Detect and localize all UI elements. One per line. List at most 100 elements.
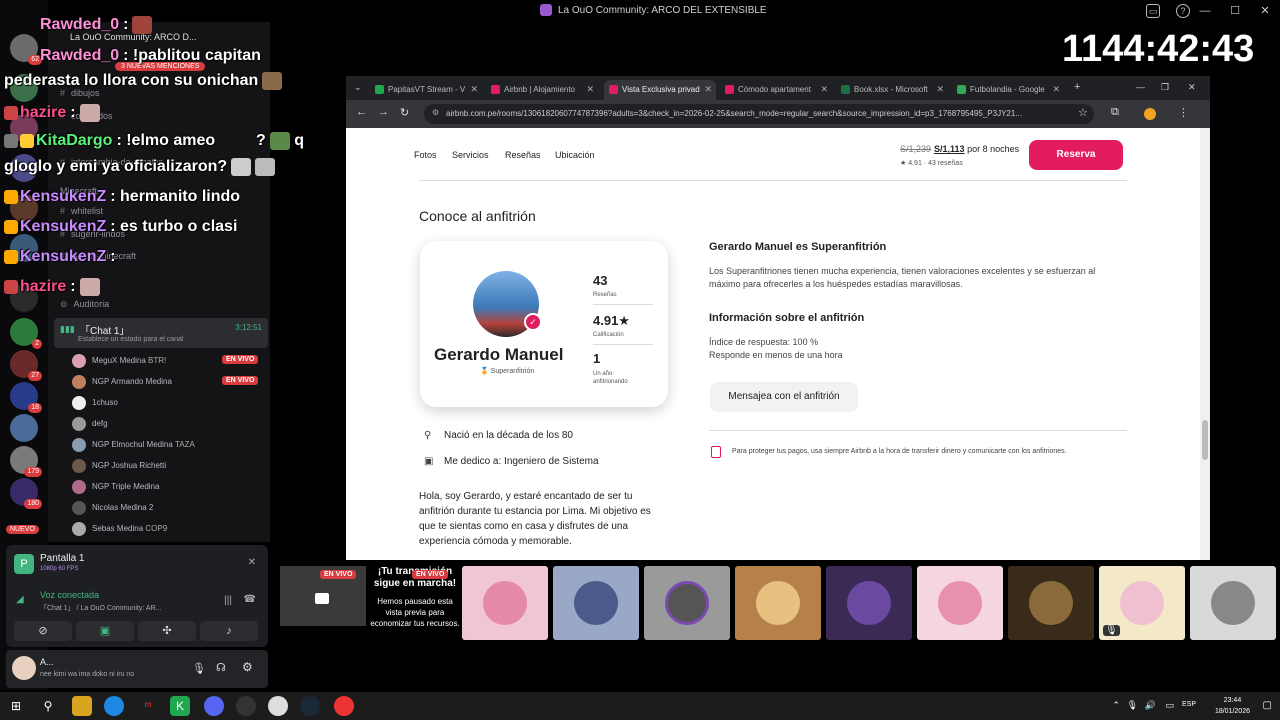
app-icon[interactable]: [268, 696, 288, 716]
scrollbar-thumb[interactable]: [1202, 420, 1208, 460]
discord-taskbar-icon[interactable]: [204, 696, 224, 716]
avatar: [72, 479, 86, 494]
server-icon[interactable]: 62: [10, 34, 42, 65]
voice-channel-chat1[interactable]: ▮▮▮ 「Chat 1」 Establece un estado para el…: [54, 318, 268, 348]
steam-icon[interactable]: [300, 696, 320, 716]
app-icon[interactable]: ᵐ: [138, 696, 158, 716]
kick-icon[interactable]: K: [170, 696, 190, 716]
subnav-ubicacion[interactable]: Ubicación: [555, 150, 595, 160]
page-scrollbar[interactable]: [1200, 128, 1210, 560]
obs-icon[interactable]: [236, 696, 256, 716]
disconnect-icon[interactable]: ☎: [244, 594, 256, 605]
participant-tile[interactable]: [826, 566, 912, 640]
extensions-icon[interactable]: ⧉: [1111, 106, 1119, 119]
reload-icon[interactable]: ↻: [400, 106, 409, 119]
screen-share-icon: P: [14, 554, 34, 574]
server-icon[interactable]: 27: [10, 350, 42, 381]
voice-user[interactable]: Nicolas Medina 2: [72, 497, 153, 518]
notifications-icon[interactable]: ▢: [1263, 700, 1272, 711]
tab-search-icon[interactable]: ⌄: [354, 82, 362, 93]
chat-message: hazire:: [4, 104, 100, 122]
forward-icon[interactable]: →: [378, 106, 389, 118]
tab[interactable]: Book.xlsx - Microsoft ✕: [836, 80, 948, 100]
voice-user[interactable]: 1chuso: [72, 392, 118, 413]
participant-tile[interactable]: [917, 566, 1003, 640]
voice-user[interactable]: NGP Armando Medina: [72, 371, 172, 392]
muted-icon: 🎙: [1103, 625, 1120, 636]
participant-tile[interactable]: [462, 566, 548, 640]
close-tab-icon: ✕: [470, 84, 478, 94]
clock[interactable]: 23:44 18/01/2026: [1215, 695, 1250, 717]
windows-start-icon[interactable]: ⊞: [6, 696, 26, 716]
help-icon[interactable]: ?: [1176, 4, 1190, 18]
minimize-browser-button[interactable]: —: [1136, 82, 1145, 92]
inbox-icon[interactable]: ▭: [1146, 4, 1160, 18]
participant-tile[interactable]: [553, 566, 639, 640]
host-info-title: Información sobre el anfitrión: [709, 312, 865, 324]
tab[interactable]: Cómodo apartament ✕: [720, 80, 832, 100]
menu-icon[interactable]: ⋮: [1178, 106, 1189, 119]
soundboard-button[interactable]: ♪: [200, 621, 258, 641]
close-button[interactable]: ✕: [1250, 0, 1280, 22]
divider: [593, 344, 653, 345]
subnav-servicios[interactable]: Servicios: [452, 150, 489, 160]
avatar: [72, 458, 86, 473]
restore-browser-button[interactable]: ❐: [1161, 82, 1169, 93]
noise-suppression-icon[interactable]: |||: [224, 595, 232, 606]
network-icon[interactable]: ▭: [1165, 700, 1174, 711]
back-icon[interactable]: ←: [356, 106, 367, 118]
tab[interactable]: Airbnb | Alojamiento ✕: [486, 80, 598, 100]
voice-user[interactable]: NGP Joshua Richetti: [72, 455, 166, 476]
subnav-fotos[interactable]: Fotos: [414, 150, 437, 160]
voice-user[interactable]: defg: [72, 413, 108, 434]
tab-active[interactable]: Vista Exclusiva privad ✕: [604, 80, 716, 100]
voice-user[interactable]: NGP Elmochul Medina TAZA: [72, 434, 195, 455]
bookmark-star-icon[interactable]: ☆: [1078, 106, 1088, 119]
edge-icon[interactable]: [104, 696, 124, 716]
new-tab-icon[interactable]: +: [1074, 81, 1080, 93]
stop-stream-icon[interactable]: ✕: [248, 557, 256, 568]
participant-tile[interactable]: [1008, 566, 1094, 640]
voice-user[interactable]: MeguX Medina BTR!: [72, 350, 166, 371]
voice-user[interactable]: Sebas Medina COP9: [72, 518, 167, 539]
maximize-button[interactable]: ☐: [1220, 0, 1250, 22]
minimize-button[interactable]: —: [1190, 0, 1220, 22]
subnav-resenas[interactable]: Reseñas: [505, 150, 541, 160]
address-bar[interactable]: ⚙ airbnb.com.pe/rooms/130618206077478739…: [424, 104, 1094, 124]
server-icon[interactable]: 18: [10, 382, 42, 413]
search-icon[interactable]: ⚲: [38, 696, 58, 716]
screen-share-button[interactable]: ▣: [76, 621, 134, 641]
server-icon[interactable]: [10, 414, 38, 442]
close-browser-button[interactable]: ✕: [1188, 82, 1196, 93]
participant-tile[interactable]: [735, 566, 821, 640]
participant-tile[interactable]: [1190, 566, 1276, 640]
headphones-icon[interactable]: ☊: [216, 661, 226, 674]
language-indicator[interactable]: ESP: [1182, 701, 1196, 708]
voice-user[interactable]: NGP Triple Medina: [72, 476, 159, 497]
participant-tile[interactable]: [644, 566, 730, 640]
tray-chevron-icon[interactable]: ⌃: [1112, 700, 1120, 711]
tab[interactable]: PapitasVT Stream - V ✕: [370, 80, 482, 100]
channel-auditoria[interactable]: ⊚ Auditoria: [60, 299, 109, 310]
profile-icon[interactable]: [1144, 108, 1156, 120]
avatar[interactable]: [12, 656, 36, 680]
volume-icon[interactable]: 🔊: [1145, 700, 1156, 711]
message-host-button[interactable]: Mensajea con el anfitrión: [710, 382, 858, 412]
server-icon[interactable]: 179: [10, 446, 42, 477]
participant-tile[interactable]: 🎙: [1099, 566, 1185, 640]
server-icon[interactable]: 180: [10, 478, 42, 509]
server-icon[interactable]: 2: [10, 318, 42, 349]
channel-whitelist[interactable]: # whitelist: [60, 206, 103, 216]
file-explorer-icon[interactable]: [72, 696, 92, 716]
microphone-icon[interactable]: 🎙: [192, 662, 206, 675]
reserve-button[interactable]: Reserva: [1029, 140, 1123, 170]
tab[interactable]: Futbolandia - Google ✕: [952, 80, 1064, 100]
mic-tray-icon[interactable]: 🎙: [1127, 700, 1138, 711]
emote-icon: [132, 16, 153, 34]
activities-button[interactable]: ✣: [138, 621, 196, 641]
avatar: [72, 353, 86, 368]
camera-button[interactable]: ⊘: [14, 621, 72, 641]
host-card[interactable]: ✓ Gerardo Manuel 🏅 Superanfitrión 43 Res…: [420, 241, 668, 407]
settings-icon[interactable]: ⚙: [242, 660, 253, 674]
chrome-icon[interactable]: [334, 696, 354, 716]
